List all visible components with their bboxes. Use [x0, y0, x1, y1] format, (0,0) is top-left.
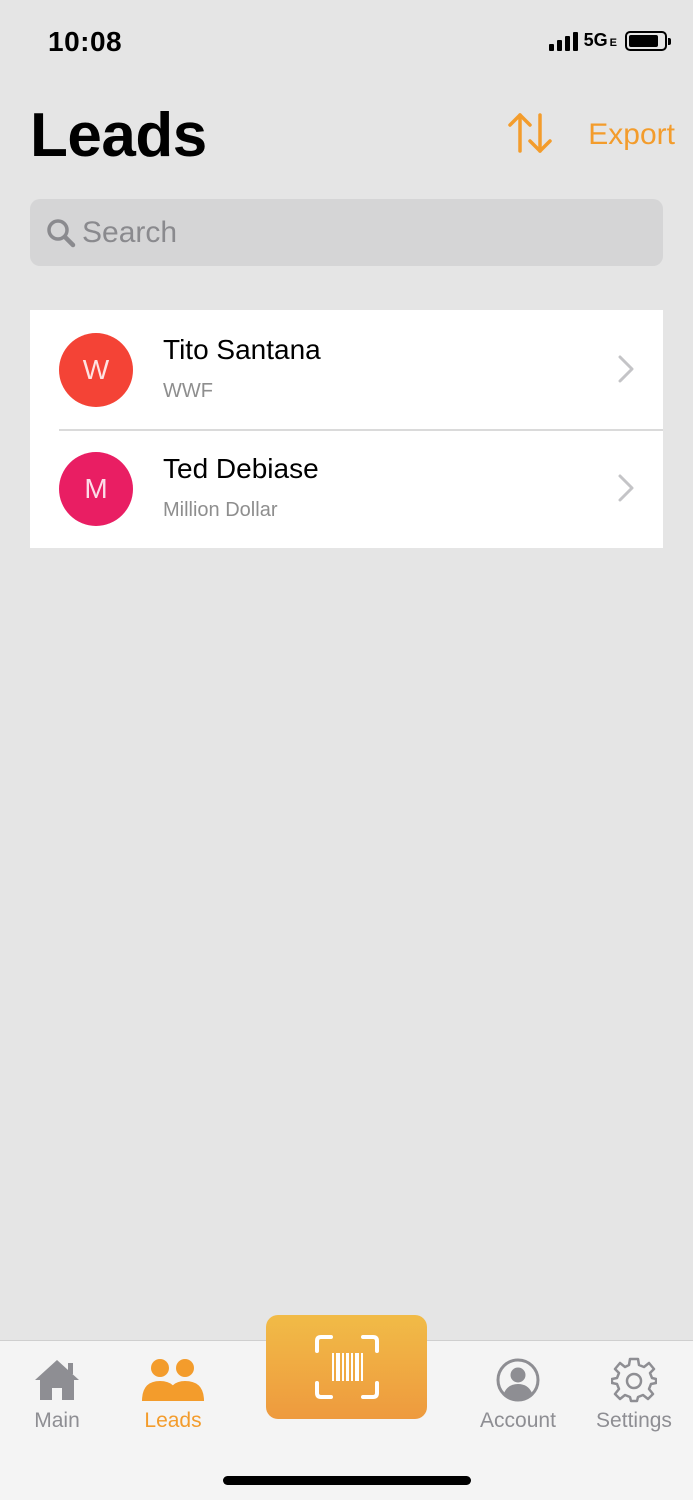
home-indicator[interactable] — [223, 1476, 471, 1485]
avatar: M — [59, 451, 133, 526]
export-button[interactable]: Export — [588, 118, 675, 152]
search-input[interactable] — [82, 215, 642, 250]
page-title: Leads — [30, 101, 207, 170]
lead-text: Tito Santana WWF — [163, 334, 321, 403]
lead-company: WWF — [163, 380, 213, 402]
avatar: W — [59, 332, 133, 407]
tab-label: Settings — [596, 1409, 672, 1432]
home-icon — [32, 1355, 82, 1405]
search-bar[interactable] — [30, 199, 663, 266]
tab-main[interactable]: Main — [2, 1355, 112, 1433]
sort-button[interactable] — [504, 108, 556, 158]
search-icon — [44, 216, 78, 250]
chevron-right-icon — [618, 355, 634, 383]
account-icon — [495, 1355, 541, 1405]
signal-icon — [548, 31, 578, 51]
tab-label: Main — [34, 1409, 80, 1432]
barcode-scan-icon — [314, 1335, 379, 1399]
lead-company: Million Dollar — [163, 499, 278, 521]
lead-row[interactable]: W Tito Santana WWF — [30, 310, 663, 429]
gear-icon — [611, 1355, 657, 1405]
tab-label: Account — [480, 1409, 556, 1432]
status-bar: 10:08 5G E — [0, 0, 693, 86]
status-time: 10:08 — [48, 26, 123, 57]
tab-leads[interactable]: Leads — [118, 1355, 228, 1433]
network-type: 5G E — [583, 30, 617, 50]
lead-text: Ted Debiase Million Dollar — [163, 453, 319, 522]
lead-name: Ted Debiase — [163, 453, 319, 484]
chevron-right-icon — [618, 474, 634, 502]
people-icon — [140, 1355, 206, 1405]
scan-button[interactable] — [266, 1315, 427, 1419]
tab-settings[interactable]: Settings — [579, 1355, 689, 1433]
battery-icon — [625, 30, 671, 51]
tab-account[interactable]: Account — [463, 1355, 573, 1433]
status-indicators: 5G E — [548, 30, 671, 51]
lead-list: W Tito Santana WWF M Ted Debiase Million… — [30, 310, 663, 548]
tab-label: Leads — [144, 1409, 202, 1432]
lead-row[interactable]: M Ted Debiase Million Dollar — [30, 429, 663, 548]
sort-arrows-icon — [508, 113, 552, 153]
lead-name: Tito Santana — [163, 334, 321, 365]
